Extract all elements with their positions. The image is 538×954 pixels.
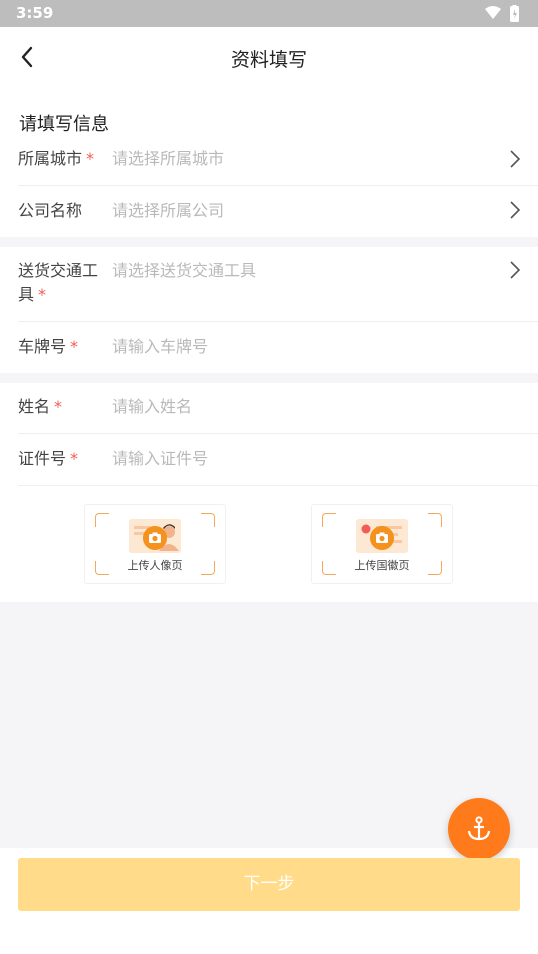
section-title: 请填写信息 (19, 114, 109, 135)
name-label: 姓名 * (18, 395, 104, 419)
plate-label-text: 车牌号 (18, 337, 67, 356)
vehicle-label: 送货交通工 具 * (18, 259, 104, 307)
camera-icon (143, 526, 167, 550)
required-mark: * (54, 397, 63, 416)
city-select-row[interactable]: 所属城市 * 请选择所属城市 (18, 134, 538, 186)
id-number-input[interactable]: 请输入证件号 (112, 447, 208, 471)
id-number-label-text: 证件号 (18, 449, 67, 468)
vehicle-select-row[interactable]: 送货交通工 具 * 请选择送货交通工具 (18, 247, 538, 322)
name-input[interactable]: 请输入姓名 (112, 395, 192, 419)
camera-icon (370, 526, 394, 550)
plate-input-row[interactable]: 车牌号 * 请输入车牌号 (18, 322, 538, 373)
frame-corner (201, 513, 215, 527)
vehicle-label-line2: 具 (18, 285, 35, 304)
status-time: 3:59 (16, 4, 54, 22)
company-label: 公司名称 (18, 201, 83, 220)
upload-portrait-label: 上传人像页 (127, 559, 183, 572)
upload-portrait-button[interactable]: 上传人像页 (84, 504, 226, 584)
floating-action-button[interactable] (448, 798, 510, 860)
city-placeholder: 请选择所属城市 (112, 149, 225, 168)
wifi-battery-icon (485, 5, 519, 22)
vehicle-label-line1: 送货交通工 (18, 261, 99, 280)
chevron-right-icon (510, 261, 521, 279)
id-number-label: 证件号 * (18, 447, 104, 471)
section-divider (0, 237, 538, 247)
upload-emblem-label: 上传国徽页 (354, 559, 410, 572)
page-title: 资料填写 (230, 49, 307, 71)
required-mark: * (70, 449, 79, 468)
id-number-input-row[interactable]: 证件号 * 请输入证件号 (18, 434, 538, 486)
city-label-text: 所属城市 (18, 149, 83, 168)
required-mark: * (86, 149, 95, 168)
frame-corner (322, 513, 336, 527)
frame-corner (428, 513, 442, 527)
company-placeholder: 请选择所属公司 (112, 201, 225, 220)
chevron-right-icon (510, 201, 521, 219)
plate-input[interactable]: 请输入车牌号 (112, 335, 208, 359)
anchor-icon (467, 816, 491, 841)
status-bar: 3:59 (0, 0, 538, 27)
chevron-right-icon (510, 150, 521, 168)
company-select-row[interactable]: 公司名称 请选择所属公司 (18, 186, 538, 237)
required-mark: * (38, 285, 47, 304)
nav-bar: 资料填写 (0, 27, 538, 89)
vehicle-placeholder: 请选择送货交通工具 (112, 261, 257, 280)
section-divider (0, 373, 538, 383)
city-label: 所属城市 * (18, 147, 104, 171)
id-upload-area: 上传人像页 上传国徽页 (0, 486, 538, 602)
frame-corner (95, 513, 109, 527)
plate-label: 车牌号 * (18, 335, 104, 359)
name-label-text: 姓名 (18, 397, 51, 416)
next-step-button[interactable]: 下一步 (18, 858, 520, 911)
upload-emblem-button[interactable]: 上传国徽页 (311, 504, 453, 584)
required-mark: * (70, 337, 79, 356)
name-input-row[interactable]: 姓名 * 请输入姓名 (18, 383, 538, 434)
